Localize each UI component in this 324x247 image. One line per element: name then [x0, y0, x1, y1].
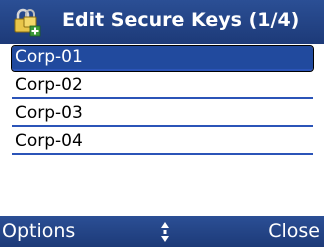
lock-key-add-icon — [14, 8, 41, 37]
scroll-updown-icon — [161, 222, 169, 242]
close-softkey[interactable]: Close — [268, 220, 320, 242]
page-title: Edit Secure Keys (1/4) — [62, 9, 300, 31]
title-bar: Edit Secure Keys (1/4) — [0, 0, 324, 44]
list-item-corp-02[interactable]: Corp-02 — [12, 74, 313, 99]
list-item-corp-01[interactable]: Corp-01 — [11, 45, 314, 72]
options-softkey[interactable]: Options — [2, 220, 75, 242]
list-item-corp-03[interactable]: Corp-03 — [12, 102, 313, 127]
softkey-bar: Options Close — [0, 216, 324, 247]
secure-keys-list: Corp-01 Corp-02 Corp-03 Corp-04 — [11, 45, 314, 158]
list-item-corp-04[interactable]: Corp-04 — [12, 130, 313, 155]
